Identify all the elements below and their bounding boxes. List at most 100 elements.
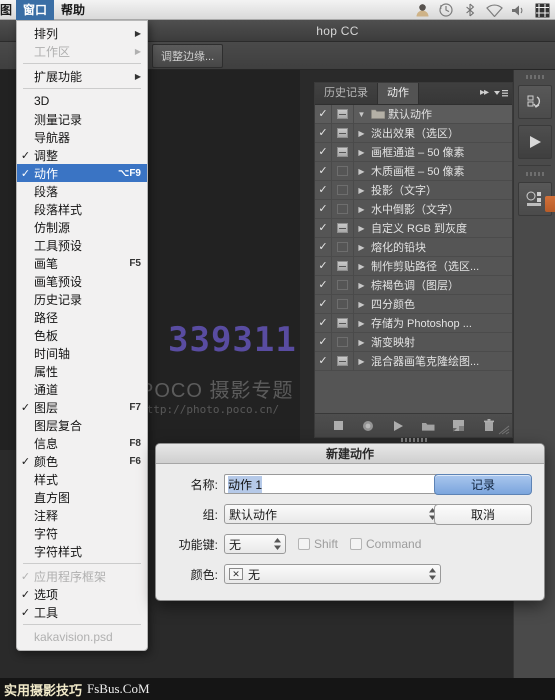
panel-menu-icon[interactable]: [493, 88, 509, 98]
menu-item[interactable]: 直方图: [17, 488, 147, 506]
action-dialog-toggle[interactable]: [332, 238, 354, 257]
menu-item[interactable]: 3D: [17, 92, 147, 110]
menu-item[interactable]: 段落: [17, 182, 147, 200]
user-account-icon[interactable]: [411, 0, 433, 20]
action-dialog-toggle[interactable]: [332, 314, 354, 333]
chevron-right-icon[interactable]: ▶: [354, 219, 369, 238]
action-enabled-checkmark-icon[interactable]: ✓: [315, 219, 332, 238]
bluetooth-icon[interactable]: [459, 0, 481, 20]
action-enabled-checkmark-icon[interactable]: ✓: [315, 314, 332, 333]
action-row[interactable]: ✓▶存储为 Photoshop ...: [315, 314, 512, 333]
new-group-icon[interactable]: [420, 418, 438, 434]
window-menu-dropdown[interactable]: 排列▶工作区▶扩展功能▶3D测量记录导航器✓调整✓动作⌥F9段落段落样式仿制源工…: [16, 20, 148, 651]
action-dialog-toggle[interactable]: [332, 257, 354, 276]
chevron-down-icon[interactable]: ▼: [354, 105, 369, 124]
input-method-icon[interactable]: [531, 0, 553, 20]
menu-item[interactable]: ✓图层F7: [17, 398, 147, 416]
chevron-right-icon[interactable]: ▶: [354, 276, 369, 295]
menu-item[interactable]: 工具预设: [17, 236, 147, 254]
menu-item[interactable]: ✓颜色F6: [17, 452, 147, 470]
record-button[interactable]: 记录: [434, 474, 532, 495]
menu-item[interactable]: 仿制源: [17, 218, 147, 236]
action-row[interactable]: ✓▶熔化的铅块: [315, 238, 512, 257]
action-name-input[interactable]: 动作 1: [224, 474, 441, 494]
chevron-right-icon[interactable]: ▶: [354, 124, 369, 143]
action-enabled-checkmark-icon[interactable]: ✓: [315, 352, 332, 371]
action-dialog-toggle[interactable]: [332, 200, 354, 219]
menu-item[interactable]: 扩展功能▶: [17, 67, 147, 85]
action-dialog-toggle[interactable]: [332, 124, 354, 143]
chevron-right-icon[interactable]: ▶: [354, 143, 369, 162]
menu-item[interactable]: 图层复合: [17, 416, 147, 434]
chevron-right-icon[interactable]: ▶: [354, 352, 369, 371]
dock-grip[interactable]: [526, 75, 544, 79]
menu-item[interactable]: 信息F8: [17, 434, 147, 452]
action-enabled-checkmark-icon[interactable]: ✓: [315, 257, 332, 276]
action-enabled-checkmark-icon[interactable]: ✓: [315, 238, 332, 257]
menu-item[interactable]: 段落样式: [17, 200, 147, 218]
tab-actions[interactable]: 动作: [378, 83, 419, 104]
time-machine-icon[interactable]: [435, 0, 457, 20]
action-dialog-toggle[interactable]: [332, 105, 354, 124]
actions-panel-dock-icon[interactable]: [518, 125, 552, 159]
menu-item[interactable]: 导航器: [17, 128, 147, 146]
action-row[interactable]: ✓▶四分颜色: [315, 295, 512, 314]
actions-list[interactable]: ✓▼默认动作✓▶淡出效果（选区）✓▶画框通道 – 50 像素✓▶木质画框 – 5…: [315, 105, 512, 413]
action-dialog-toggle[interactable]: [332, 295, 354, 314]
color-select[interactable]: ✕ 无: [224, 564, 441, 584]
chevron-right-icon[interactable]: ▶: [354, 200, 369, 219]
menu-item[interactable]: 样式: [17, 470, 147, 488]
menu-item[interactable]: ✓动作⌥F9: [17, 164, 147, 182]
os-menu-item-partial[interactable]: 图: [0, 0, 16, 20]
action-dialog-toggle[interactable]: [332, 181, 354, 200]
new-action-icon[interactable]: [450, 418, 468, 434]
action-enabled-checkmark-icon[interactable]: ✓: [315, 200, 332, 219]
chevron-right-icon[interactable]: ▶: [354, 181, 369, 200]
shift-checkbox[interactable]: [298, 538, 310, 550]
action-dialog-toggle[interactable]: [332, 333, 354, 352]
menu-item[interactable]: 属性: [17, 362, 147, 380]
menu-item[interactable]: 测量记录: [17, 110, 147, 128]
menu-item[interactable]: 时间轴: [17, 344, 147, 362]
volume-icon[interactable]: [507, 0, 529, 20]
action-enabled-checkmark-icon[interactable]: ✓: [315, 143, 332, 162]
menu-item[interactable]: 路径: [17, 308, 147, 326]
cancel-button[interactable]: 取消: [434, 504, 532, 525]
menu-item[interactable]: 画笔预设: [17, 272, 147, 290]
menu-item[interactable]: 字符样式: [17, 542, 147, 560]
action-enabled-checkmark-icon[interactable]: ✓: [315, 333, 332, 352]
chevron-right-icon[interactable]: ▶: [354, 314, 369, 333]
wifi-icon[interactable]: [483, 0, 505, 20]
action-dialog-toggle[interactable]: [332, 143, 354, 162]
chevron-right-icon[interactable]: ▶: [354, 257, 369, 276]
fnkey-select[interactable]: 无: [224, 534, 286, 554]
dock-grip-2[interactable]: [526, 172, 544, 176]
group-select[interactable]: 默认动作: [224, 504, 441, 524]
action-row[interactable]: ✓▶画框通道 – 50 像素: [315, 143, 512, 162]
menu-item[interactable]: 画笔F5: [17, 254, 147, 272]
menu-item[interactable]: ✓选项: [17, 585, 147, 603]
action-enabled-checkmark-icon[interactable]: ✓: [315, 295, 332, 314]
action-dialog-toggle[interactable]: [332, 219, 354, 238]
delete-icon[interactable]: [480, 418, 498, 434]
action-enabled-checkmark-icon[interactable]: ✓: [315, 124, 332, 143]
play-icon[interactable]: [389, 418, 407, 434]
panel-resize-handle[interactable]: [498, 425, 510, 435]
menu-item[interactable]: ✓调整: [17, 146, 147, 164]
action-enabled-checkmark-icon[interactable]: ✓: [315, 105, 332, 124]
record-icon[interactable]: [359, 418, 377, 434]
chevron-right-icon[interactable]: ▶: [354, 238, 369, 257]
action-row[interactable]: ✓▶棕褐色调（图层）: [315, 276, 512, 295]
menu-item[interactable]: 历史记录: [17, 290, 147, 308]
action-enabled-checkmark-icon[interactable]: ✓: [315, 276, 332, 295]
action-dialog-toggle[interactable]: [332, 352, 354, 371]
action-row[interactable]: ✓▶混合器画笔克隆绘图...: [315, 352, 512, 371]
os-menu-item-window[interactable]: 窗口: [16, 0, 54, 20]
action-group-row[interactable]: ✓▼默认动作: [315, 105, 512, 124]
action-enabled-checkmark-icon[interactable]: ✓: [315, 181, 332, 200]
action-row[interactable]: ✓▶淡出效果（选区）: [315, 124, 512, 143]
stop-icon[interactable]: [329, 418, 347, 434]
action-row[interactable]: ✓▶制作剪贴路径（选区...: [315, 257, 512, 276]
action-row[interactable]: ✓▶渐变映射: [315, 333, 512, 352]
chevron-right-icon[interactable]: ▶: [354, 162, 369, 181]
